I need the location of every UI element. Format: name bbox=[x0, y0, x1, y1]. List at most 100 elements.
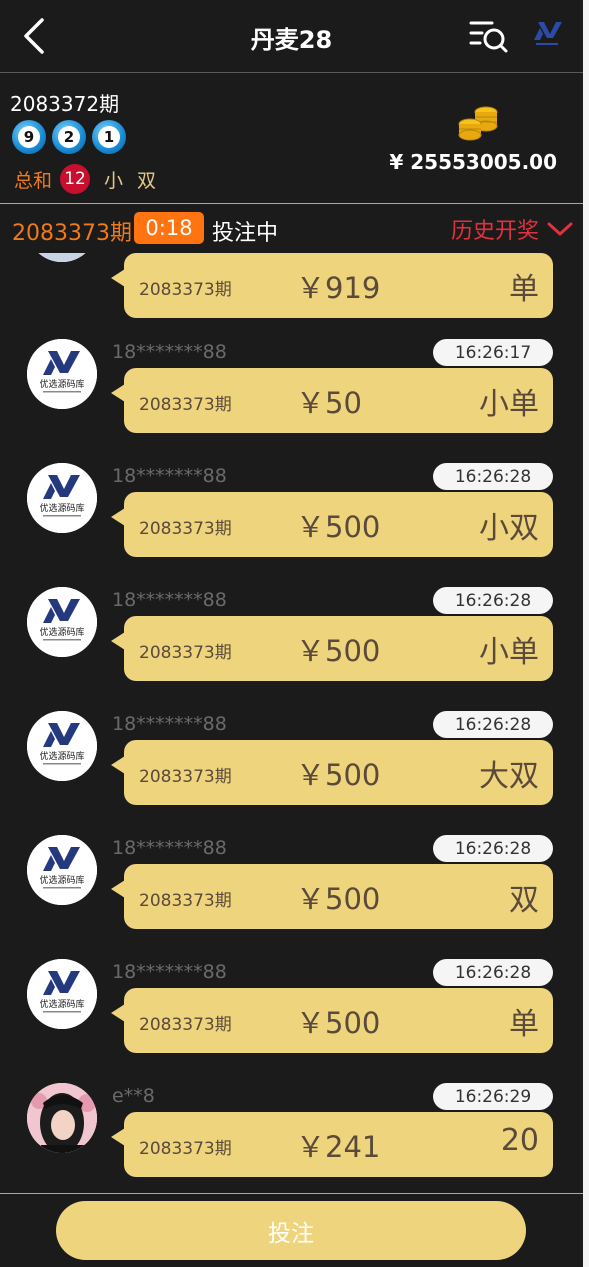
previous-period-number: 2083372期 bbox=[10, 92, 120, 116]
chevron-down-icon bbox=[547, 222, 573, 236]
sum-label: 总和 bbox=[14, 169, 53, 192]
bet-type: 大双 bbox=[479, 759, 539, 794]
bet-message: 优选源码库 18*******88 16:26:28 2083373期 ￥500… bbox=[0, 835, 583, 959]
brand-logo-avatar-icon: 优选源码库 bbox=[27, 711, 97, 781]
bottom-bar: 投注 bbox=[0, 1193, 583, 1267]
bet-bubble: 2083373期 ￥241 20 bbox=[111, 1112, 553, 1177]
place-bet-button[interactable]: 投注 bbox=[56, 1201, 526, 1260]
bet-amount: ￥50 bbox=[296, 386, 362, 420]
bet-type: 双 bbox=[509, 883, 539, 918]
bet-time: 16:26:28 bbox=[433, 959, 553, 986]
app-screen: 丹麦28 2083372期 9 2 1 总和 12 小 双 ¥ 25553005… bbox=[0, 0, 583, 1267]
countdown-timer: 0:18 bbox=[134, 212, 204, 244]
bet-amount: ￥919 bbox=[296, 271, 381, 305]
bet-type: 20 bbox=[500, 1123, 539, 1158]
top-nav-bar: 丹麦28 bbox=[0, 0, 583, 73]
bet-bubble: 2083373期 ￥500 单 bbox=[111, 988, 553, 1053]
bet-bubble: 2083373期 ￥500 大双 bbox=[111, 740, 553, 805]
svg-text:优选源码库: 优选源码库 bbox=[39, 874, 84, 886]
bet-time: 16:26:28 bbox=[433, 711, 553, 738]
bet-amount: ￥500 bbox=[296, 510, 381, 544]
brand-logo-avatar-icon: 优选源码库 bbox=[27, 959, 97, 1029]
sum-row: 总和 12 小 双 bbox=[14, 164, 156, 194]
bet-bubble: 2083373期 ￥500 双 bbox=[111, 864, 553, 929]
bet-type: 小双 bbox=[479, 511, 539, 546]
bet-bubble: 2083373期 ￥919 单 bbox=[111, 253, 553, 318]
result-ball: 1 bbox=[92, 120, 126, 154]
account-balance: ¥ 25553005.00 bbox=[389, 150, 557, 174]
size-tag: 小 bbox=[104, 169, 124, 192]
avatar: 优选源码库 bbox=[27, 711, 97, 781]
svg-text:优选源码库: 优选源码库 bbox=[39, 502, 84, 514]
brand-logo-avatar-icon: 优选源码库 bbox=[27, 587, 97, 657]
search-list-button[interactable] bbox=[468, 17, 510, 55]
bet-time: 16:26:17 bbox=[433, 339, 553, 366]
bet-period: 2083373期 bbox=[139, 891, 232, 911]
brand-logo-avatar-icon: 优选源码库 bbox=[27, 339, 97, 409]
bet-amount: ￥500 bbox=[296, 1006, 381, 1040]
betting-status: 投注中 bbox=[212, 221, 279, 246]
bettor-username: 18*******88 bbox=[112, 589, 227, 611]
bet-time: 16:26:28 bbox=[433, 587, 553, 614]
history-results-label: 历史开奖 bbox=[450, 219, 539, 244]
bet-message: e**8 16:26:29 2083373期 ￥241 20 bbox=[0, 1083, 583, 1193]
bet-message: 优选源码库 18*******88 16:26:28 2083373期 ￥500… bbox=[0, 711, 583, 835]
result-ball: 9 bbox=[12, 120, 46, 154]
avatar: 优选源码库 bbox=[27, 463, 97, 533]
brand-logo-avatar-icon: 优选源码库 bbox=[27, 835, 97, 905]
bettor-username: e**8 bbox=[112, 1085, 155, 1107]
bet-type: 单 bbox=[509, 272, 539, 307]
bet-message: 2083373期 ￥919 单 bbox=[0, 253, 583, 348]
bet-period: 2083373期 bbox=[139, 280, 232, 300]
bet-period: 2083373期 bbox=[139, 519, 232, 539]
bet-period: 2083373期 bbox=[139, 395, 232, 415]
bet-type: 小单 bbox=[479, 387, 539, 422]
bet-bubble: 2083373期 ￥50 小单 bbox=[111, 368, 553, 433]
bettor-username: 18*******88 bbox=[112, 837, 227, 859]
svg-text:优选源码库: 优选源码库 bbox=[39, 750, 84, 762]
result-balls: 9 2 1 bbox=[12, 120, 126, 154]
bettor-username: 18*******88 bbox=[112, 341, 227, 363]
bet-message: 优选源码库 18*******88 16:26:28 2083373期 ￥500… bbox=[0, 959, 583, 1083]
avatar: 优选源码库 bbox=[27, 339, 97, 409]
bet-bubble: 2083373期 ￥500 小单 bbox=[111, 616, 553, 681]
bet-time: 16:26:28 bbox=[433, 835, 553, 862]
svg-text:优选源码库: 优选源码库 bbox=[39, 626, 84, 638]
brand-logo-icon bbox=[534, 22, 562, 45]
bet-feed[interactable]: 2083373期 ￥919 单 优选源码库 18*******88 16:26:… bbox=[0, 253, 583, 1193]
svg-text:优选源码库: 优选源码库 bbox=[39, 998, 84, 1010]
bettor-username: 18*******88 bbox=[112, 465, 227, 487]
brand-logo-button[interactable] bbox=[530, 20, 564, 50]
bet-period: 2083373期 bbox=[139, 767, 232, 787]
avatar: 优选源码库 bbox=[27, 835, 97, 905]
bet-amount: ￥500 bbox=[296, 882, 381, 916]
brand-logo-avatar-icon: 优选源码库 bbox=[27, 463, 97, 533]
bettor-username: 18*******88 bbox=[112, 713, 227, 735]
svg-text:优选源码库: 优选源码库 bbox=[39, 378, 84, 390]
current-period-number: 2083373期 bbox=[12, 221, 132, 246]
user-photo-icon bbox=[27, 1083, 97, 1153]
bet-period: 2083373期 bbox=[139, 1139, 232, 1159]
bet-message: 优选源码库 18*******88 16:26:28 2083373期 ￥500… bbox=[0, 587, 583, 711]
list-search-icon bbox=[469, 21, 508, 53]
current-period-bar: 2083373期 0:18 投注中 历史开奖 bbox=[0, 205, 583, 253]
avatar bbox=[27, 253, 97, 262]
bettor-username: 18*******88 bbox=[112, 961, 227, 983]
bet-bubble: 2083373期 ￥500 小双 bbox=[111, 492, 553, 557]
avatar bbox=[27, 1083, 97, 1153]
avatar: 优选源码库 bbox=[27, 587, 97, 657]
history-results-button[interactable]: 历史开奖 bbox=[451, 211, 573, 247]
bet-time: 16:26:29 bbox=[433, 1083, 553, 1110]
bet-amount: ￥241 bbox=[296, 1130, 381, 1164]
bet-period: 2083373期 bbox=[139, 1015, 232, 1035]
bet-amount: ￥500 bbox=[296, 634, 381, 668]
coin-stack-icon bbox=[458, 106, 498, 141]
user-photo-icon bbox=[27, 253, 97, 262]
bet-type: 单 bbox=[509, 1007, 539, 1042]
scrollbar[interactable] bbox=[583, 0, 589, 1267]
bet-time: 16:26:28 bbox=[433, 463, 553, 490]
bet-amount: ￥500 bbox=[296, 758, 381, 792]
sum-value-badge: 12 bbox=[60, 164, 91, 194]
bet-type: 小单 bbox=[479, 635, 539, 670]
bet-period: 2083373期 bbox=[139, 643, 232, 663]
